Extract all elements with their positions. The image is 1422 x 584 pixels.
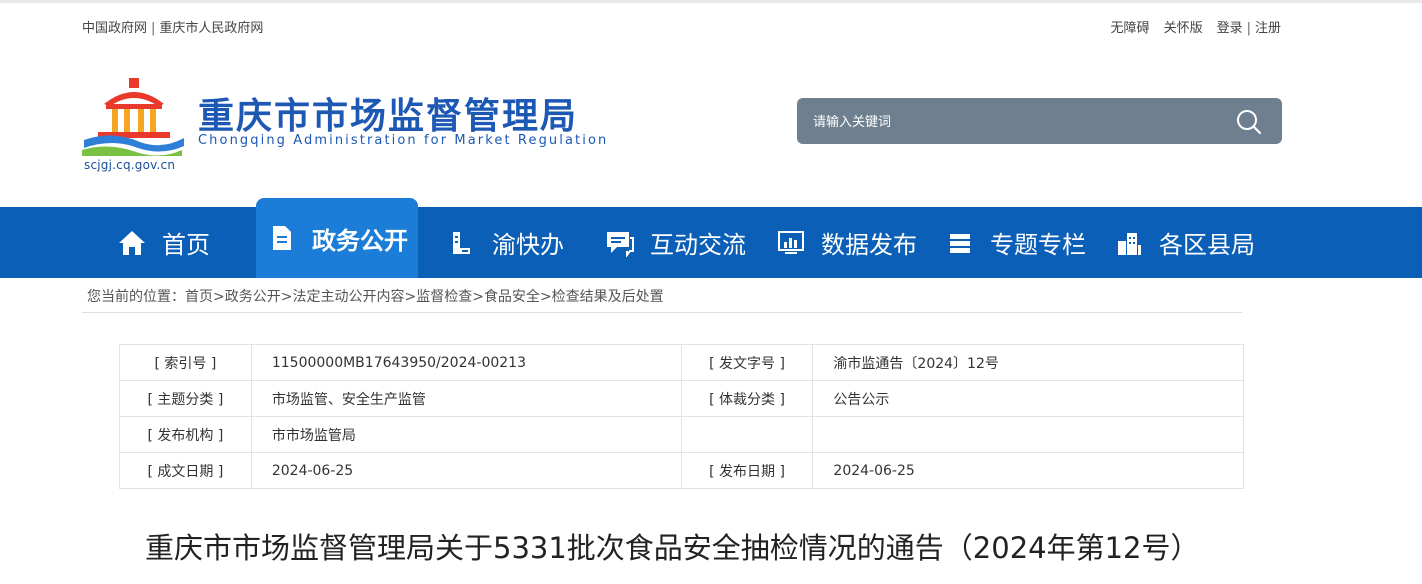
nav-label: 政务公开 [312, 226, 408, 255]
breadcrumb-separator: > [472, 289, 484, 305]
data-chart-icon [775, 227, 807, 259]
site-logo[interactable]: scjgj.cq.gov.cn [82, 76, 192, 176]
breadcrumb-item[interactable]: 监督检查 [416, 289, 472, 305]
breadcrumb-prefix: 您当前的位置： [87, 289, 185, 305]
meta-value: 11500000MB17643950/2024-00213 [250, 344, 682, 381]
search-icon[interactable] [1236, 109, 1262, 135]
meta-value: 2024-06-25 [812, 452, 1244, 489]
meta-label [680, 416, 814, 453]
meta-label: [ 发布日期 ] [680, 452, 814, 489]
meta-value: 渝市监通告〔2024〕12号 [812, 344, 1244, 381]
meta-label: [ 成文日期 ] [119, 452, 252, 489]
separator: | [151, 21, 156, 36]
table-row: [ 发布机构 ] 市市场监管局 [119, 416, 1244, 453]
nav-label: 渝快办 [492, 231, 564, 259]
link-elder-mode[interactable]: 关怀版 [1164, 21, 1203, 36]
link-china-gov[interactable]: 中国政府网 [82, 21, 147, 36]
meta-label: [ 主题分类 ] [119, 380, 252, 417]
breadcrumb-separator: > [280, 289, 293, 305]
main-nav: 首页 政务公开 渝快办 互动交流 数据发布 专题专栏 各区县局 [0, 198, 1422, 278]
meta-label: [ 发文字号 ] [680, 344, 814, 381]
home-icon [116, 227, 148, 259]
stack-icon [944, 227, 976, 259]
breadcrumb-separator: > [213, 289, 225, 305]
chat-icon [604, 227, 636, 259]
meta-label: [ 体裁分类 ] [680, 380, 814, 417]
breadcrumb-item[interactable]: 检查结果及后处置 [552, 289, 664, 305]
meta-value: 公告公示 [812, 380, 1244, 417]
article-title: 重庆市市场监督管理局关于5331批次食品安全抽检情况的通告（2024年第12号） [145, 531, 1200, 565]
breadcrumb: 您当前的位置：首页>政务公开>法定主动公开内容>监督检查>食品安全>检查结果及后… [82, 281, 1242, 313]
meta-value: 2024-06-25 [250, 452, 682, 489]
link-login[interactable]: 登录 [1217, 21, 1243, 36]
top-links-right: 无障碍 关怀版 登录 | 注册 [1111, 17, 1281, 36]
building-icon [1113, 227, 1145, 259]
nav-item-gov-affairs[interactable]: 政务公开 [256, 198, 418, 278]
nav-item-home[interactable]: 首页 [116, 207, 210, 278]
document-meta-table: [ 索引号 ] 11500000MB17643950/2024-00213 [ … [119, 344, 1244, 489]
link-chongqing-gov[interactable]: 重庆市人民政府网 [159, 21, 263, 36]
nav-label: 各区县局 [1159, 231, 1255, 259]
table-row: [ 索引号 ] 11500000MB17643950/2024-00213 [ … [119, 344, 1244, 381]
top-bar: 中国政府网 | 重庆市人民政府网 无障碍 关怀版 登录 | 注册 [0, 0, 1422, 46]
meta-value: 市市场监管局 [250, 416, 682, 453]
table-row: [ 主题分类 ] 市场监管、安全生产监管 [ 体裁分类 ] 公告公示 [119, 380, 1244, 417]
breadcrumb-item[interactable]: 法定主动公开内容 [292, 289, 404, 305]
nav-item-data[interactable]: 数据发布 [775, 207, 917, 278]
meta-value [812, 416, 1244, 453]
breadcrumb-separator: > [539, 289, 552, 305]
site-title-english: Chongqing Administration for Market Regu… [198, 133, 609, 148]
nav-label: 数据发布 [821, 231, 917, 259]
breadcrumb-separator: > [404, 289, 417, 305]
nav-item-interaction[interactable]: 互动交流 [604, 207, 746, 278]
nav-label: 互动交流 [650, 231, 746, 259]
table-row: [ 成文日期 ] 2024-06-25 [ 发布日期 ] 2024-06-25 [119, 452, 1244, 489]
site-domain: scjgj.cq.gov.cn [84, 158, 176, 172]
nav-item-districts[interactable]: 各区县局 [1113, 207, 1255, 278]
separator: | [1246, 21, 1251, 36]
top-links-left: 中国政府网 | 重庆市人民政府网 [82, 17, 263, 36]
document-icon [266, 222, 298, 254]
meta-label: [ 发布机构 ] [119, 416, 252, 453]
emblem-icon [82, 78, 184, 156]
book-icon [446, 227, 478, 259]
nav-label: 专题专栏 [990, 231, 1086, 259]
breadcrumb-item[interactable]: 首页 [185, 289, 213, 305]
search-input[interactable] [811, 98, 1215, 146]
link-accessibility[interactable]: 无障碍 [1111, 21, 1150, 36]
nav-item-topics[interactable]: 专题专栏 [944, 207, 1086, 278]
breadcrumb-item[interactable]: 政务公开 [225, 289, 281, 305]
breadcrumb-item[interactable]: 食品安全 [484, 289, 540, 305]
meta-label: [ 索引号 ] [119, 344, 252, 381]
meta-value: 市场监管、安全生产监管 [250, 380, 682, 417]
link-register[interactable]: 注册 [1255, 21, 1281, 36]
nav-label: 首页 [162, 231, 210, 259]
search-box [797, 98, 1282, 146]
nav-item-yukuaiban[interactable]: 渝快办 [446, 207, 564, 278]
site-title[interactable]: 重庆市市场监督管理局 [198, 87, 578, 139]
